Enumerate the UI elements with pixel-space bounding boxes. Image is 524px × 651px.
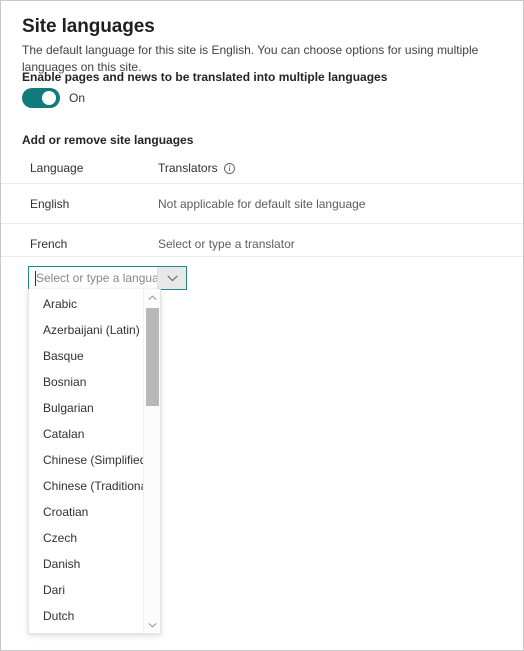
translation-toggle-switch[interactable] [22,88,60,108]
table-header-row: Language Translators [1,153,523,183]
info-icon[interactable] [223,162,235,174]
list-item[interactable]: Dutch [29,603,160,629]
list-item[interactable]: Danish [29,551,160,577]
column-header-language: Language [30,161,84,175]
table-row: English Not applicable for default site … [1,183,523,223]
translation-toggle-state: On [69,91,86,105]
row-translator-value: Not applicable for default site language [158,196,366,211]
list-item[interactable]: Chinese (Simplified) [29,447,160,473]
site-languages-table: Language Translators English Not applica… [1,153,523,263]
add-language-row: Select or type a language [1,256,523,291]
column-header-translators: Translators [158,161,523,175]
dropdown-scrollbar[interactable] [143,289,160,633]
language-combobox[interactable]: Select or type a language [28,266,187,290]
site-languages-panel: Site languages The default language for … [0,0,524,651]
text-caret [35,271,36,286]
chevron-up-icon[interactable] [144,289,160,306]
translation-toggle-row: On [22,87,85,109]
language-search-input[interactable]: Select or type a language [29,267,157,289]
language-input-placeholder: Select or type a language [36,271,157,285]
list-item[interactable]: Dari [29,577,160,603]
language-options-container: Arabic Azerbaijani (Latin) Basque Bosnia… [29,289,160,633]
list-item[interactable]: Chinese (Traditional, Tai... [29,473,160,499]
list-item[interactable]: Bosnian [29,369,160,395]
list-item[interactable]: Czech [29,525,160,551]
language-dropdown-list[interactable]: Arabic Azerbaijani (Latin) Basque Bosnia… [28,289,161,634]
translation-toggle-label: Enable pages and news to be translated i… [22,70,388,84]
row-language-name: English [30,196,70,211]
list-item[interactable]: Arabic [29,291,160,317]
list-item[interactable]: Azerbaijani (Latin) [29,317,160,343]
row-translator-picker[interactable]: Select or type a translator [158,237,523,251]
toggle-knob [42,91,56,105]
page-title: Site languages [22,16,155,37]
chevron-down-icon[interactable] [157,267,186,289]
column-header-translators-label: Translators [158,161,218,175]
scrollbar-thumb[interactable] [146,308,159,406]
list-item[interactable]: Basque [29,343,160,369]
row-language-name: French [30,236,68,251]
add-remove-languages-title: Add or remove site languages [22,133,194,147]
list-item[interactable]: Bulgarian [29,395,160,421]
chevron-down-icon[interactable] [144,616,160,633]
list-item[interactable]: Catalan [29,421,160,447]
list-item[interactable]: Croatian [29,499,160,525]
